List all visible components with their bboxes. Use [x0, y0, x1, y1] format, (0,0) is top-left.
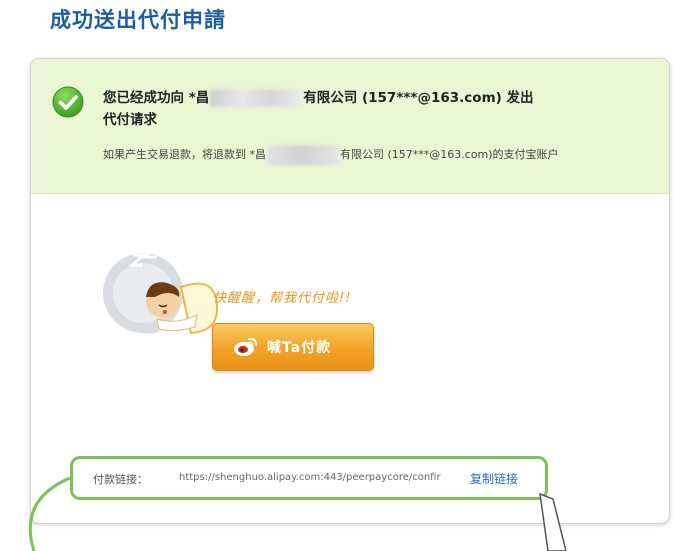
weibo-icon — [234, 337, 257, 356]
wake-up-text: 快醒醒，帮我代付啦!! — [213, 291, 352, 306]
success-message-line2: 代付请求 — [103, 112, 157, 128]
success-message: 您已经成功向 *昌 有限公司 (157***@163.com) 发出 代付请求 — [103, 87, 623, 131]
payment-link-label: 付款链接： — [93, 473, 148, 486]
result-card: 您已经成功向 *昌 有限公司 (157***@163.com) 发出 代付请求 如… — [30, 58, 670, 524]
success-banner: 您已经成功向 *昌 有限公司 (157***@163.com) 发出 代付请求 如… — [31, 59, 669, 194]
payment-link-url[interactable]: https://shenghuo.alipay.com:443/peerpayc… — [179, 472, 457, 486]
redacted-name — [210, 89, 303, 107]
sleeping-character-icon — [103, 233, 219, 335]
copy-link-button[interactable]: 复制链接 — [470, 470, 518, 487]
success-message-end: 有限公司 (157***@163.com) 发出 — [303, 90, 534, 106]
refund-note-end: 有限公司 (157***@163.com)的支付宝账户 — [340, 148, 559, 161]
remind-payer-button[interactable]: 喊Ta付款 — [212, 323, 374, 371]
refund-note-start: 如果产生交易退款，将退款到 *昌 — [103, 148, 266, 161]
check-circle-icon — [52, 86, 84, 118]
payment-link-box: 付款链接： https://shenghuo.alipay.com:443/pe… — [70, 456, 548, 500]
remind-button-label: 喊Ta付款 — [267, 340, 332, 356]
redacted-name — [267, 145, 339, 165]
page-title: 成功送出代付申請 — [50, 8, 226, 32]
success-message-start: 您已经成功向 *昌 — [103, 90, 210, 106]
refund-note: 如果产生交易退款，将退款到 *昌 有限公司 (157***@163.com)的支付… — [103, 145, 663, 165]
